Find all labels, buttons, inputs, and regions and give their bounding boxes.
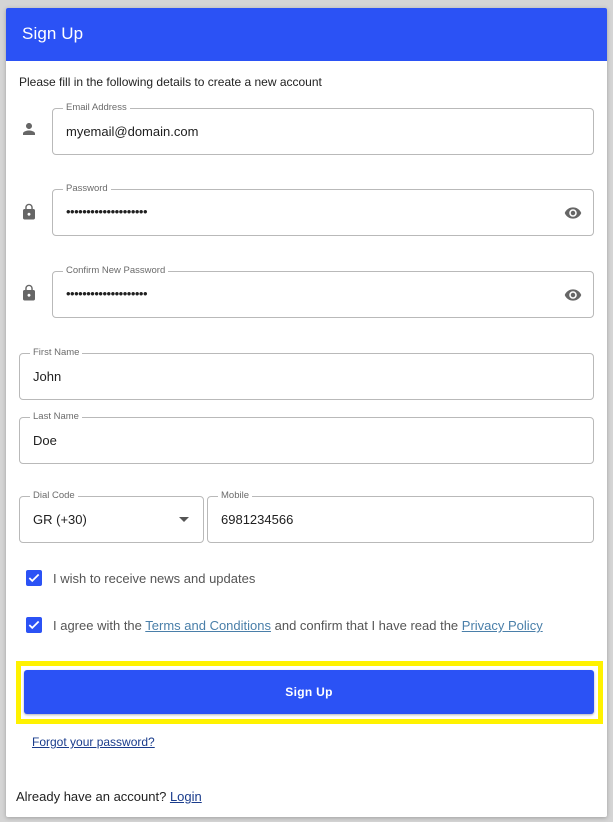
- first-name-field[interactable]: First Name John: [19, 347, 594, 400]
- person-icon: [23, 123, 35, 135]
- privacy-link[interactable]: Privacy Policy: [462, 618, 543, 633]
- terms-link[interactable]: Terms and Conditions: [145, 618, 271, 633]
- login-prompt-text: Already have an account?: [16, 789, 170, 804]
- forgot-password-link[interactable]: Forgot your password?: [32, 735, 155, 749]
- dial-code-select[interactable]: Dial Code GR (+30): [19, 490, 204, 543]
- last-name-value: Doe: [33, 433, 57, 448]
- login-prompt: Already have an account? Login: [16, 789, 202, 804]
- terms-prefix-text: I agree with the: [53, 618, 146, 633]
- confirm-password-value: ••••••••••••••••••••: [66, 286, 148, 301]
- mobile-field[interactable]: Mobile 6981234566: [207, 490, 594, 543]
- dial-code-value: GR (+30): [33, 512, 87, 527]
- eye-icon[interactable]: [563, 204, 583, 222]
- login-link[interactable]: Login: [170, 789, 202, 804]
- mobile-value: 6981234566: [221, 512, 294, 527]
- lock-icon: [23, 284, 35, 301]
- first-name-label: First Name: [30, 347, 83, 359]
- first-name-value: John: [33, 369, 62, 384]
- dialog-title: Sign Up: [22, 24, 84, 43]
- password-label: Password: [63, 183, 111, 195]
- email-label: Email Address: [63, 102, 130, 114]
- email-field[interactable]: Email Address myemail@domain.com: [52, 102, 594, 155]
- news-checkbox[interactable]: [26, 570, 42, 586]
- terms-checkbox-label: I agree with the Terms and Conditions an…: [53, 618, 543, 633]
- dialog-header: Sign Up: [6, 8, 607, 61]
- password-field[interactable]: Password ••••••••••••••••••••: [52, 183, 594, 236]
- lock-icon: [23, 203, 35, 220]
- check-icon: [28, 620, 40, 630]
- confirm-password-field[interactable]: Confirm New Password •••••••••••••••••••…: [52, 265, 594, 318]
- dial-code-label: Dial Code: [30, 490, 78, 502]
- news-checkbox-label: I wish to receive news and updates: [53, 571, 256, 586]
- confirm-password-label: Confirm New Password: [63, 265, 169, 277]
- check-icon: [28, 573, 40, 583]
- signup-dialog: Sign Up Please fill in the following det…: [6, 8, 607, 817]
- last-name-label: Last Name: [30, 411, 82, 423]
- chevron-down-icon[interactable]: [179, 517, 189, 522]
- mobile-label: Mobile: [218, 490, 252, 502]
- eye-icon[interactable]: [563, 286, 583, 304]
- intro-text: Please fill in the following details to …: [19, 75, 322, 89]
- signup-button[interactable]: Sign Up: [24, 670, 594, 714]
- last-name-field[interactable]: Last Name Doe: [19, 411, 594, 464]
- email-value: myemail@domain.com: [66, 124, 199, 139]
- password-value: ••••••••••••••••••••: [66, 204, 148, 219]
- terms-checkbox[interactable]: [26, 617, 42, 633]
- terms-middle-text: and confirm that I have read the: [271, 618, 462, 633]
